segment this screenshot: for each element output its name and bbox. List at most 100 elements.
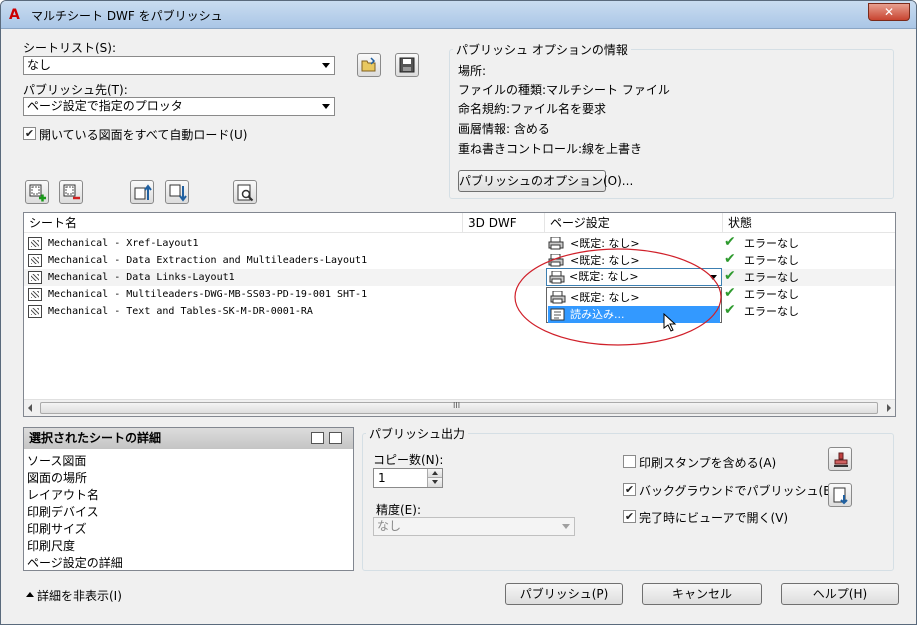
details-header: 選択されたシートの詳細 <box>24 428 353 449</box>
stamp-icon <box>834 452 848 467</box>
detail-plot-size: 印刷サイズ <box>27 522 87 536</box>
chevron-down-icon <box>322 104 330 109</box>
column-sheet-name[interactable]: シート名 <box>24 213 463 233</box>
layer-info-text: 画層情報: 含める <box>458 122 550 136</box>
column-3d-dwf[interactable]: 3D DWF <box>463 213 545 233</box>
save-disk-icon <box>399 57 415 73</box>
move-up-icon <box>134 184 152 200</box>
cancel-button[interactable]: キャンセル <box>642 583 762 605</box>
detail-page-setup: ページ設定の詳細 <box>27 556 123 570</box>
file-type-text: ファイルの種類:マルチシート ファイル <box>458 83 670 97</box>
column-page-setup[interactable]: ページ設定 <box>545 213 723 233</box>
sheet-icon <box>28 254 42 267</box>
detail-source-drawing: ソース図面 <box>27 454 87 468</box>
sheet-icon <box>28 237 42 250</box>
arrow-up-icon <box>432 471 438 475</box>
publish-options-export-button[interactable] <box>828 483 852 507</box>
sheet-icon <box>28 305 42 318</box>
sheet-name: Mechanical - Data Extraction and Multile… <box>48 255 368 266</box>
column-status[interactable]: 状態 <box>723 213 895 233</box>
detail-layout-name: レイアウト名 <box>27 488 100 502</box>
autocad-logo-icon: A <box>9 7 20 23</box>
mouse-cursor-icon <box>663 313 677 332</box>
move-sheet-up-button[interactable] <box>130 180 154 204</box>
open-viewer-checkbox[interactable]: ✔ <box>623 510 636 523</box>
table-row[interactable]: Mechanical - Data Extraction and Multile… <box>24 251 895 269</box>
plot-stamp-label: 印刷スタンプを含める(A) <box>639 456 777 470</box>
sheet-icon <box>28 271 42 284</box>
remove-sheet-icon <box>63 184 80 200</box>
close-button[interactable]: ✕ <box>868 3 910 21</box>
scroll-left-icon[interactable] <box>28 404 32 412</box>
naming-text: 命名規約:ファイル名を要求 <box>458 102 607 116</box>
detail-drawing-location: 図面の場所 <box>27 471 88 485</box>
precision-value: なし <box>377 519 402 533</box>
plot-stamp-settings-button[interactable] <box>828 447 852 471</box>
publish-output-title: パブリッシュ出力 <box>366 425 469 442</box>
remove-sheets-button[interactable] <box>59 180 83 204</box>
selected-sheet-details: 選択されたシートの詳細 ソース図面 図面の場所 レイアウト名 印刷デバイス 印刷… <box>23 427 354 571</box>
sheet-name: Mechanical - Multileaders-DWG-MB-SS03-PD… <box>48 289 368 300</box>
copies-value: 1 <box>378 471 386 485</box>
help-button[interactable]: ヘルプ(H) <box>781 583 899 605</box>
publish-options-info-title: パブリッシュ オプションの情報 <box>453 41 631 58</box>
title-bar: A マルチシート DWF をパブリッシュ ✕ <box>1 1 916 29</box>
scroll-thumb[interactable]: III <box>40 401 878 414</box>
publish-options-button[interactable]: パブリッシュのオプション(O)... <box>458 170 633 192</box>
auto-load-checkbox[interactable]: ✔ <box>23 127 36 140</box>
sheet-list-label: シートリスト(S): <box>23 41 117 55</box>
arrow-down-icon <box>432 480 438 484</box>
publish-button[interactable]: パブリッシュ(P) <box>505 583 623 605</box>
table-row-selected[interactable]: Mechanical - Data Links-Layout1 ✔ エラーなし <box>24 268 895 286</box>
sheet-name: Mechanical - Data Links-Layout1 <box>48 272 235 283</box>
chevron-down-icon <box>562 524 570 529</box>
details-preview-icon[interactable] <box>329 432 342 444</box>
checkmark-icon: ✔ <box>724 268 736 284</box>
checkmark-icon: ✔ <box>724 302 736 318</box>
stepper-down-button[interactable] <box>427 478 442 487</box>
background-publish-checkbox[interactable]: ✔ <box>623 483 636 496</box>
publish-to-select[interactable]: ページ設定で指定のプロッタ <box>23 97 335 116</box>
status-text: エラーなし <box>744 271 799 284</box>
add-sheets-button[interactable] <box>25 180 49 204</box>
table-row[interactable]: Mechanical - Text and Tables-SK-M-DR-000… <box>24 302 895 320</box>
sheet-name: Mechanical - Xref-Layout1 <box>48 238 199 249</box>
document-down-icon <box>833 487 848 505</box>
copies-stepper[interactable]: 1 <box>373 468 443 488</box>
collapse-up-icon[interactable] <box>26 592 34 597</box>
status-text: エラーなし <box>744 288 799 301</box>
scroll-grip: III <box>453 401 461 410</box>
preview-magnifier-icon <box>237 184 254 202</box>
load-sheet-list-button[interactable] <box>357 53 381 77</box>
folder-open-icon <box>361 57 376 72</box>
merge-control-text: 重ね書きコントロール:線を上書き <box>458 142 643 156</box>
annotation-ellipse <box>514 248 722 346</box>
hide-details-link[interactable]: 詳細を非表示(I) <box>37 587 122 604</box>
copies-label: コピー数(N): <box>373 453 444 467</box>
chevron-down-icon <box>322 63 330 68</box>
status-text: エラーなし <box>744 305 799 318</box>
sheet-list-value: なし <box>27 58 52 72</box>
status-text: エラーなし <box>744 254 799 267</box>
preview-button[interactable] <box>233 180 257 204</box>
details-view-icon[interactable] <box>311 432 324 444</box>
save-sheet-list-button[interactable] <box>395 53 419 77</box>
detail-plot-scale: 印刷尺度 <box>27 539 76 553</box>
publish-dialog: A マルチシート DWF をパブリッシュ ✕ シートリスト(S): なし パブリ… <box>0 0 917 625</box>
stepper-up-button[interactable] <box>427 469 442 478</box>
scroll-right-icon[interactable] <box>887 404 891 412</box>
sheet-list-select[interactable]: なし <box>23 56 335 75</box>
move-down-icon <box>169 184 187 202</box>
detail-plot-device: 印刷デバイス <box>27 505 99 519</box>
checkmark-icon: ✔ <box>724 285 736 301</box>
table-row[interactable]: Mechanical - Xref-Layout1 <既定: なし> ✔ エラー… <box>24 234 895 252</box>
sheet-icon <box>28 288 42 301</box>
move-sheet-down-button[interactable] <box>165 180 189 204</box>
plot-stamp-checkbox[interactable] <box>623 455 636 468</box>
window-title: マルチシート DWF をパブリッシュ <box>31 9 223 23</box>
table-row[interactable]: Mechanical - Multileaders-DWG-MB-SS03-PD… <box>24 285 895 303</box>
background-publish-label: バックグラウンドでパブリッシュ(B) <box>639 484 837 498</box>
precision-select[interactable]: なし <box>373 517 575 536</box>
horizontal-scrollbar[interactable]: III <box>24 399 895 416</box>
location-text: 場所: <box>458 64 487 78</box>
